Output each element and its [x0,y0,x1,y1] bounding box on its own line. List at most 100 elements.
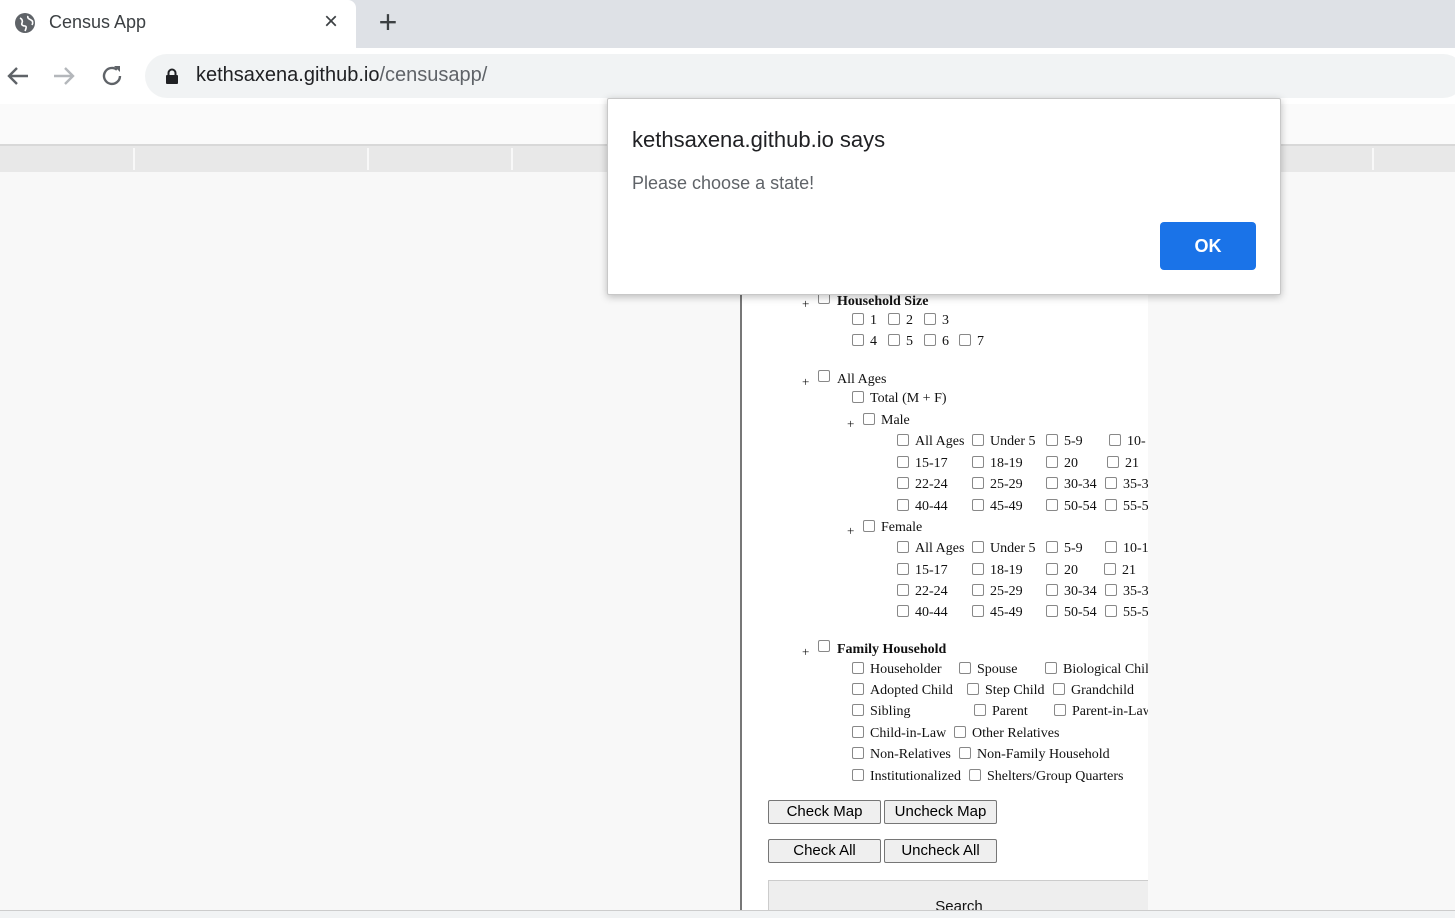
female-age-option[interactable]: 15-17 [897,563,948,579]
male-age-option[interactable]: 50-54 [1046,499,1097,515]
checkbox[interactable] [1046,605,1058,617]
family-option[interactable]: Parent [974,704,1028,720]
checkbox[interactable] [969,769,981,781]
female-age-option[interactable]: 45-49 [972,605,1023,621]
checkbox[interactable] [1105,499,1117,511]
family-household-checkbox[interactable] [818,640,836,656]
checkbox[interactable] [1109,434,1121,446]
household-size-option[interactable]: 1 [852,313,877,329]
female-age-option[interactable]: 22-24 [897,584,948,600]
female-age-option[interactable]: 20 [1046,563,1078,579]
checkbox[interactable] [897,563,909,575]
expand-household-size-icon[interactable]: + [802,296,809,312]
family-option[interactable]: Other Relatives [954,726,1059,742]
expand-female-icon[interactable]: + [847,523,854,539]
female-age-option[interactable]: 18-19 [972,563,1023,579]
household-size-option[interactable]: 7 [959,334,984,350]
male-age-option[interactable]: 30-34 [1046,477,1097,493]
checkbox[interactable] [972,605,984,617]
female-age-option[interactable]: All Ages [897,541,964,557]
household-size-option[interactable]: 3 [924,313,949,329]
checkbox[interactable] [1107,456,1119,468]
male-age-option[interactable]: 15-17 [897,456,948,472]
checkbox[interactable] [972,434,984,446]
ok-button[interactable]: OK [1160,222,1256,270]
check-all-button[interactable]: Check All [768,839,881,863]
household-size-option[interactable]: 6 [924,334,949,350]
family-option[interactable]: Parent-in-Law [1054,704,1148,720]
checkbox[interactable] [972,584,984,596]
checkbox[interactable] [1046,434,1058,446]
male-age-option[interactable]: 5-9 [1046,434,1083,450]
checkbox[interactable] [888,313,900,325]
checkbox[interactable] [818,370,830,382]
family-option[interactable]: Institutionalized [852,769,961,785]
family-option[interactable]: Sibling [852,704,910,720]
browser-tab[interactable]: Census App × [0,0,356,48]
back-arrow-icon[interactable] [2,60,34,92]
household-size-option[interactable]: 5 [888,334,913,350]
checkbox[interactable] [972,499,984,511]
female-age-option[interactable]: 40-44 [897,605,948,621]
household-size-option[interactable]: 4 [852,334,877,350]
check-map-button[interactable]: Check Map [768,800,881,824]
checkbox[interactable] [972,456,984,468]
checkbox[interactable] [852,391,864,403]
checkbox[interactable] [1046,456,1058,468]
checkbox[interactable] [1105,477,1117,489]
expand-male-icon[interactable]: + [847,416,854,432]
reload-icon[interactable] [96,60,128,92]
male-age-option[interactable]: 10- [1109,434,1146,450]
all-ages-checkbox[interactable] [818,370,836,386]
female-age-option[interactable]: 50-54 [1046,605,1097,621]
checkbox[interactable] [972,563,984,575]
checkbox[interactable] [852,747,864,759]
new-tab-icon[interactable]: + [372,6,404,38]
family-option[interactable]: Adopted Child [852,683,953,699]
checkbox[interactable] [897,605,909,617]
checkbox[interactable] [1046,584,1058,596]
male-age-option[interactable]: 45-49 [972,499,1023,515]
total-mf-checkbox[interactable]: Total (M + F) [852,391,947,407]
family-option[interactable]: Child-in-Law [852,726,946,742]
expand-family-household-icon[interactable]: + [802,644,809,660]
checkbox[interactable] [959,662,971,674]
family-option[interactable]: Householder [852,662,942,678]
male-age-option[interactable]: 18-19 [972,456,1023,472]
checkbox[interactable] [852,313,864,325]
checkbox[interactable] [888,334,900,346]
male-age-option[interactable]: 20 [1046,456,1078,472]
checkbox[interactable] [959,334,971,346]
male-age-option[interactable]: 21 [1107,456,1139,472]
checkbox[interactable] [972,477,984,489]
checkbox[interactable] [897,434,909,446]
search-button[interactable]: Search [768,880,1148,910]
checkbox[interactable] [972,541,984,553]
male-age-option[interactable]: All Ages [897,434,964,450]
checkbox[interactable] [1046,563,1058,575]
checkbox[interactable] [1046,499,1058,511]
uncheck-map-button[interactable]: Uncheck Map [884,800,997,824]
female-age-option[interactable]: 35-3 [1105,584,1148,600]
male-age-option[interactable]: 40-44 [897,499,948,515]
checkbox[interactable] [954,726,966,738]
checkbox[interactable] [852,769,864,781]
male-age-option[interactable]: 35-3 [1105,477,1148,493]
address-bar[interactable]: kethsaxena.github.io/censusapp/ [145,54,1455,98]
family-option[interactable]: Non-Relatives [852,747,951,763]
family-option[interactable]: Biological Chil [1045,662,1148,678]
checkbox[interactable] [1053,683,1065,695]
checkbox[interactable] [852,704,864,716]
checkbox[interactable] [897,499,909,511]
checkbox[interactable] [1045,662,1057,674]
checkbox[interactable] [897,456,909,468]
family-option[interactable]: Shelters/Group Quarters [969,769,1123,785]
male-age-option[interactable]: 55-5 [1105,499,1148,515]
checkbox[interactable] [818,640,830,652]
male-age-option[interactable]: 22-24 [897,477,948,493]
checkbox[interactable] [863,520,875,532]
checkbox[interactable] [852,334,864,346]
checkbox[interactable] [897,541,909,553]
family-option[interactable]: Spouse [959,662,1017,678]
checkbox[interactable] [1105,605,1117,617]
